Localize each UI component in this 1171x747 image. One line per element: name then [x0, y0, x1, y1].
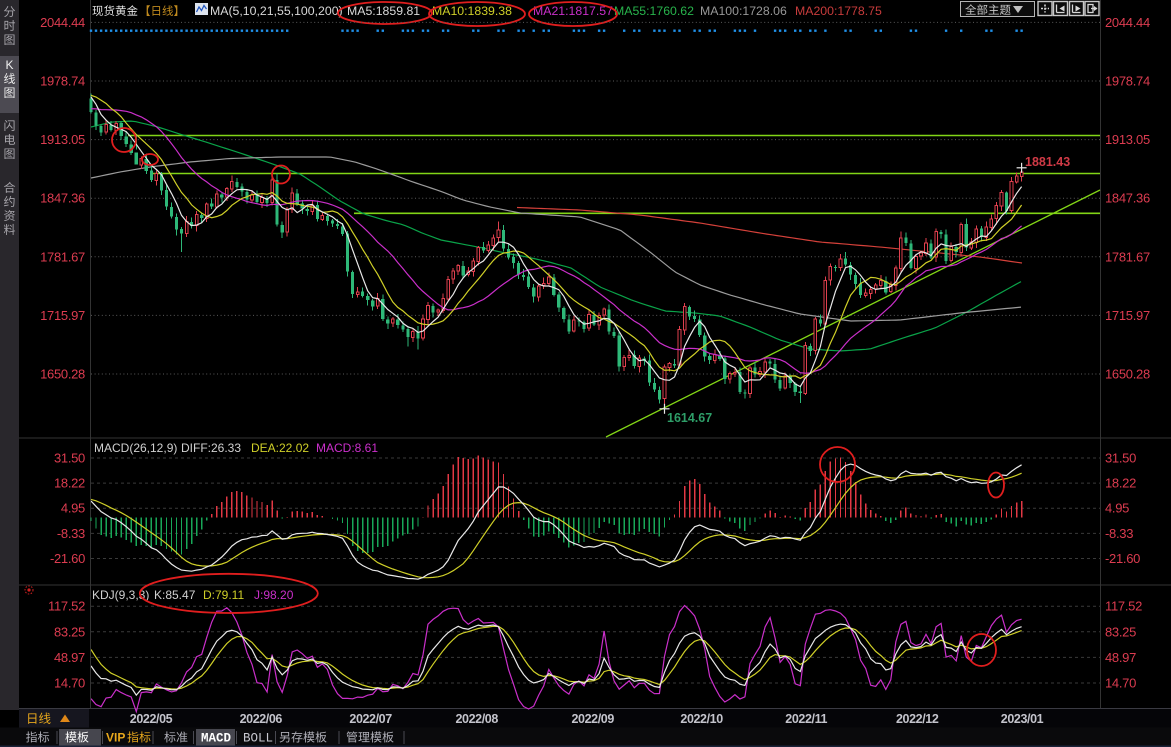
svg-text:18.22: 18.22	[54, 476, 85, 491]
svg-text:-21.60: -21.60	[1105, 551, 1140, 566]
svg-text:83.25: 83.25	[54, 624, 85, 639]
svg-text:MA200:1778.75: MA200:1778.75	[795, 4, 882, 18]
svg-text:2022/06: 2022/06	[240, 712, 283, 726]
svg-text:2022/08: 2022/08	[456, 712, 499, 726]
svg-text:K: K	[5, 58, 13, 72]
svg-text:2022/10: 2022/10	[680, 712, 723, 726]
svg-text:1715.97: 1715.97	[1105, 308, 1150, 323]
svg-text:1650.28: 1650.28	[40, 367, 85, 382]
svg-text:DIFF:26.33: DIFF:26.33	[181, 441, 241, 455]
svg-text:D:79.11: D:79.11	[203, 588, 244, 602]
svg-text:1881.43: 1881.43	[1025, 155, 1070, 169]
svg-text:1978.74: 1978.74	[1105, 74, 1150, 89]
svg-text:MACD: MACD	[201, 732, 232, 746]
svg-text:DEA:22.02: DEA:22.02	[251, 441, 309, 455]
svg-text:117.52: 117.52	[48, 599, 85, 614]
svg-text:1781.67: 1781.67	[40, 249, 85, 264]
svg-text:2044.44: 2044.44	[1105, 15, 1150, 30]
svg-text:48.97: 48.97	[54, 650, 85, 665]
svg-text:1913.05: 1913.05	[40, 132, 85, 147]
svg-text:83.25: 83.25	[1105, 624, 1136, 639]
svg-text:MA55:1760.62: MA55:1760.62	[614, 4, 694, 18]
svg-text:18.22: 18.22	[1105, 476, 1136, 491]
svg-text:2023/01: 2023/01	[1001, 712, 1044, 726]
svg-text:48.97: 48.97	[1105, 650, 1136, 665]
svg-text:1847.36: 1847.36	[40, 191, 85, 206]
svg-text:2044.44: 2044.44	[40, 15, 85, 30]
svg-text:2022/07: 2022/07	[349, 712, 392, 726]
svg-text:1978.74: 1978.74	[40, 74, 85, 89]
svg-text:1781.67: 1781.67	[1105, 249, 1150, 264]
svg-text:-8.33: -8.33	[1105, 526, 1133, 541]
svg-text:-21.60: -21.60	[50, 551, 85, 566]
svg-text:2022/12: 2022/12	[896, 712, 939, 726]
svg-text:MACD(26,12,9): MACD(26,12,9)	[94, 441, 177, 455]
svg-text:4.95: 4.95	[61, 501, 85, 516]
svg-text:14.70: 14.70	[1105, 676, 1136, 691]
svg-text:1913.05: 1913.05	[1105, 132, 1150, 147]
svg-text:2022/09: 2022/09	[572, 712, 615, 726]
svg-text:-8.33: -8.33	[57, 526, 85, 541]
svg-text:MA5:1859.81: MA5:1859.81	[347, 4, 420, 18]
svg-text:MA(5,10,21,55,100,200): MA(5,10,21,55,100,200)	[210, 4, 343, 18]
svg-text:2022/05: 2022/05	[130, 712, 173, 726]
svg-text:1847.36: 1847.36	[1105, 191, 1150, 206]
svg-text:1650.28: 1650.28	[1105, 367, 1150, 382]
svg-text:MA21:1817.57: MA21:1817.57	[533, 4, 613, 18]
svg-text:117.52: 117.52	[1105, 599, 1142, 614]
svg-text:4.95: 4.95	[1105, 501, 1129, 516]
svg-text:31.50: 31.50	[54, 451, 85, 466]
svg-text:MA100:1728.06: MA100:1728.06	[700, 4, 787, 18]
svg-text:VIP: VIP	[106, 731, 125, 745]
svg-text:K:85.47: K:85.47	[154, 588, 196, 602]
svg-text:14.70: 14.70	[54, 676, 85, 691]
svg-text:BOLL: BOLL	[243, 732, 273, 746]
svg-text:31.50: 31.50	[1105, 451, 1136, 466]
svg-text:2022/11: 2022/11	[785, 712, 827, 726]
svg-text:1614.67: 1614.67	[667, 411, 712, 425]
svg-text:MACD:8.61: MACD:8.61	[316, 441, 378, 455]
svg-text:1715.97: 1715.97	[40, 308, 85, 323]
svg-text:J:98.20: J:98.20	[254, 588, 294, 602]
